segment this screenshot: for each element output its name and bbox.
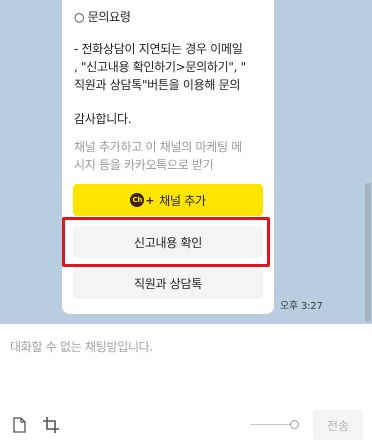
file-icon[interactable] [10, 416, 28, 434]
message-timestamp: 오후 3:27 [280, 301, 323, 312]
message-line: , "신고내용 확인하기>문의하기", " [74, 60, 246, 74]
slider-track [250, 424, 292, 425]
chat-scrollbar[interactable] [364, 0, 372, 324]
message-input-area: 대화할 수 없는 채팅방입니다. 전송 [0, 324, 372, 442]
message-line: 직원과 상담톡"버튼을 이용해 문의 [74, 78, 241, 92]
add-channel-label: 채널 추가 [159, 193, 206, 208]
check-report-button[interactable]: 신고내용 확인 [73, 226, 263, 258]
add-channel-button[interactable]: Ch + 채널 추가 [73, 184, 263, 216]
send-button[interactable]: 전송 [313, 410, 363, 440]
channel-notice: 채널 추가하고 이 채널의 마케팅 메 [74, 140, 242, 154]
thanks-text: 감사합니다. [74, 112, 132, 126]
opacity-slider[interactable] [250, 420, 300, 430]
section-header: ○ 문의요령 [74, 10, 131, 24]
channel-notice: 시지 등을 카카오톡으로 받기 [74, 158, 214, 172]
talk-agent-label: 직원과 상담톡 [134, 276, 202, 291]
slider-knob[interactable] [290, 420, 299, 429]
crop-icon[interactable] [42, 416, 60, 434]
chat-area: ○ 문의요령 - 전화상담이 지연되는 경우 이메일 , "신고내용 확인하기>… [0, 0, 372, 324]
plus-icon: + [145, 193, 155, 207]
check-report-label: 신고내용 확인 [134, 235, 202, 250]
scrollbar-thumb[interactable] [365, 183, 371, 322]
input-disabled-notice: 대화할 수 없는 채팅방입니다. [10, 340, 153, 354]
message-bubble: ○ 문의요령 - 전화상담이 지연되는 경우 이메일 , "신고내용 확인하기>… [62, 0, 274, 314]
kakao-channel-icon: Ch [130, 193, 145, 207]
talk-agent-button[interactable]: 직원과 상담톡 [73, 267, 263, 299]
message-line: - 전화상담이 지연되는 경우 이메일 [74, 42, 243, 56]
